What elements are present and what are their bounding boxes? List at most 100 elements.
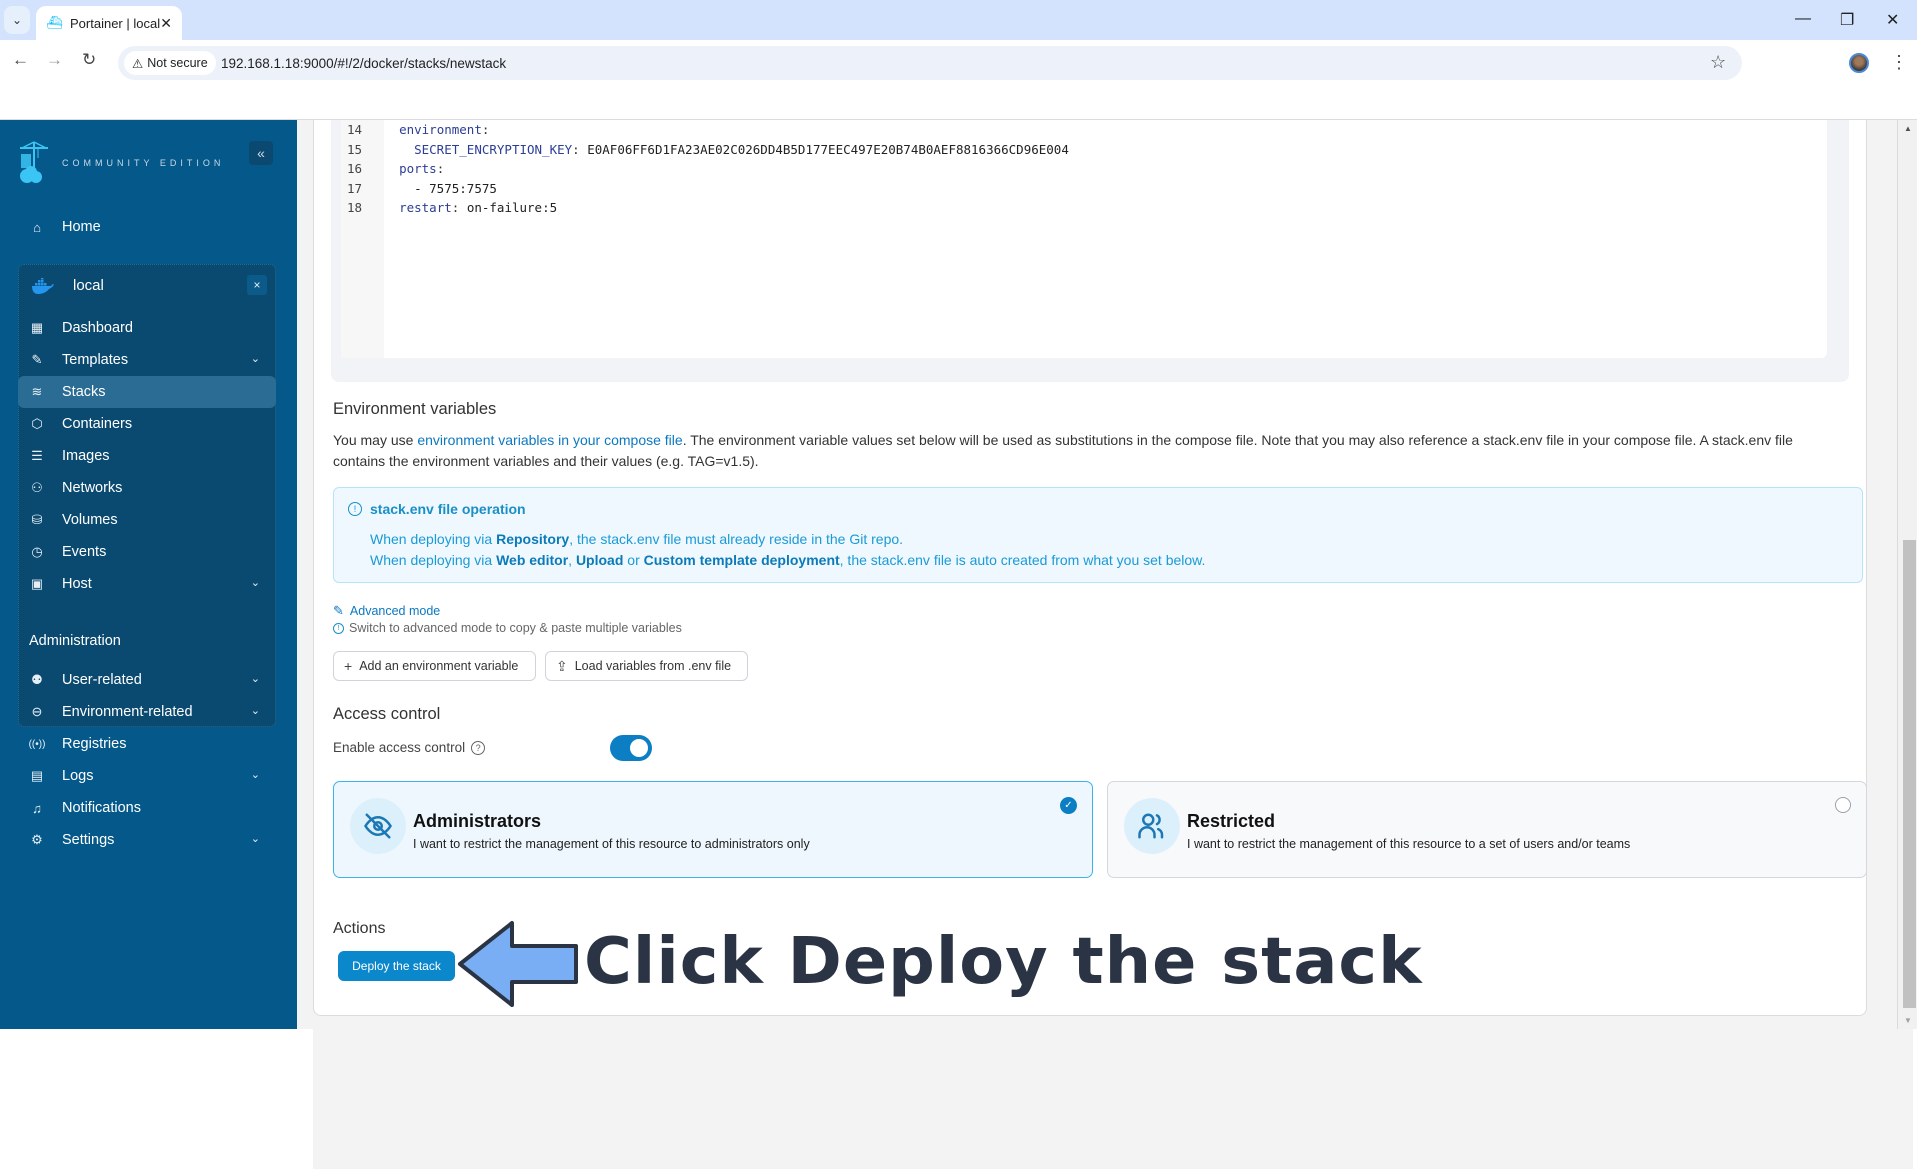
layers-icon: ≋ (31, 384, 43, 399)
access-option-administrators[interactable]: Administrators I want to restrict the ma… (333, 781, 1093, 878)
sidebar-item-label: Dashboard (62, 320, 133, 336)
network-icon: ⚇ (31, 480, 43, 495)
chevron-down-icon[interactable]: ⌄ (251, 576, 260, 589)
stack-form-panel: 14 environment: 15 SECRET_ENCRYPTION_KEY… (313, 120, 1867, 1016)
info-line: When deploying via Repository, the stack… (370, 531, 904, 547)
radio-button[interactable] (1835, 797, 1851, 813)
info-icon: ! (333, 622, 344, 634)
arrow-right-icon[interactable]: → (46, 50, 63, 70)
advanced-mode-link[interactable]: ✎ Advanced mode (333, 603, 440, 619)
reload-icon[interactable]: ↻ (82, 50, 96, 70)
sidebar-item-dashboard[interactable]: ▦ Dashboard (18, 312, 276, 344)
sidebar-item-label: Networks (62, 480, 123, 496)
web-editor-container: 14 environment: 15 SECRET_ENCRYPTION_KEY… (331, 120, 1849, 382)
tab-title: Portainer | local (70, 15, 161, 31)
sidebar-item-notifications[interactable]: ♫ Notifications (18, 792, 276, 824)
sidebar-item-volumes[interactable]: ⛁ Volumes (18, 504, 276, 536)
edit-icon: ✎ (333, 603, 344, 618)
sidebar-item-settings[interactable]: ⚙ Settings ⌄ (18, 824, 276, 856)
sidebar-item-label: Containers (62, 416, 133, 432)
environment-header[interactable]: local (31, 277, 104, 294)
close-tab-icon[interactable]: ✕ (160, 15, 172, 32)
sidebar-item-containers[interactable]: ⬡ Containers (18, 408, 276, 440)
access-control-toggle[interactable] (610, 735, 652, 761)
browser-tab[interactable]: ⛴ Portainer | local ✕ (36, 6, 182, 40)
arrow-left-icon[interactable]: ← (12, 50, 29, 70)
add-environment-variable-button[interactable]: + Add an environment variable (333, 651, 536, 681)
check-circle-icon: ✓ (1060, 797, 1077, 814)
sidebar-item-label: Volumes (62, 512, 118, 528)
warning-icon: ⚠ (132, 56, 144, 71)
kebab-menu-icon[interactable]: ⋮ (1890, 52, 1908, 73)
code-line: 18 restart: on-failure:5 (347, 200, 558, 215)
sidebar-item-networks[interactable]: ⚇ Networks (18, 472, 276, 504)
info-icon: ! (348, 502, 362, 516)
help-icon[interactable]: ? (471, 740, 486, 755)
profile-avatar[interactable] (1849, 53, 1869, 73)
close-icon: × (253, 278, 261, 292)
sidebar-item-label: Notifications (62, 800, 141, 816)
logo-subtitle: COMMUNITY EDITION (62, 158, 225, 168)
code-line: 16 ports: (347, 161, 445, 176)
chevron-down-icon[interactable]: ⌄ (251, 768, 260, 781)
sidebar-item-label: Events (62, 544, 107, 560)
portainer-favicon-icon: ⛴ (46, 15, 63, 30)
scrollbar-thumb[interactable] (1903, 540, 1916, 1008)
sidebar-item-environment-related[interactable]: ⊖ Environment-related ⌄ (18, 696, 276, 728)
sidebar-item-label: Images (62, 448, 110, 464)
scroll-up-icon[interactable]: ▲ (1904, 124, 1912, 133)
chevron-down-icon[interactable]: ⌄ (251, 704, 260, 717)
radio-icon: ((•)) (28, 738, 46, 750)
sidebar-item-host[interactable]: ▣ Host ⌄ (18, 568, 276, 600)
security-indicator[interactable]: ⚠ Not secure (124, 51, 216, 75)
plus-icon: + (344, 658, 353, 674)
collapse-sidebar-button[interactable]: « (249, 141, 273, 165)
option-description: I want to restrict the management of thi… (413, 837, 810, 851)
url-text[interactable]: 192.168.1.18:9000/#!/2/docker/stacks/new… (221, 56, 506, 71)
sidebar: portainer.io COMMUNITY EDITION « ⌂ Home … (0, 120, 1913, 1169)
home-icon: ⌂ (33, 219, 41, 235)
environment-variables-description: You may use environment variables in you… (333, 432, 1793, 469)
compose-code-editor[interactable]: 14 environment: 15 SECRET_ENCRYPTION_KEY… (341, 120, 1827, 358)
sidebar-item-logs[interactable]: ▤ Logs ⌄ (18, 760, 276, 792)
environment-name: local (73, 277, 104, 294)
restore-icon[interactable]: ❐ (1840, 10, 1854, 30)
database-icon: ⛁ (31, 512, 43, 527)
sidebar-item-label: Settings (62, 832, 115, 848)
clock-icon: ◷ (31, 544, 43, 559)
tab-search-button[interactable]: ⌄ (4, 6, 30, 34)
star-icon[interactable]: ☆ (1710, 52, 1726, 73)
sidebar-item-stacks[interactable]: ≋ Stacks (18, 376, 276, 408)
browser-tab-bar: ⌄ ⛴ Portainer | local ✕ — ❐ ✕ (0, 0, 1917, 40)
load-env-file-button[interactable]: ⇪ Load variables from .env file (545, 651, 748, 681)
sidebar-item-events[interactable]: ◷ Events (18, 536, 276, 568)
actions-heading: Actions (333, 920, 386, 937)
portainer-logo[interactable]: portainer.io COMMUNITY EDITION (16, 140, 1913, 1169)
annotation-label: Click Deploy the stack (584, 925, 1423, 999)
stack-env-info-box: ! stack.env file operation When deploying… (333, 487, 1863, 583)
users-icon (1124, 798, 1180, 854)
code-line: 15 SECRET_ENCRYPTION_KEY: E0AF06FF6D1FA2… (347, 141, 1069, 157)
sidebar-item-images[interactable]: ☰ Images (18, 440, 276, 472)
vertical-scrollbar[interactable]: ▲ ▼ (1897, 120, 1917, 1029)
access-option-restricted[interactable]: Restricted I want to restrict the manage… (1107, 781, 1867, 878)
chevron-down-icon[interactable]: ⌄ (251, 832, 260, 845)
sidebar-item-label: Environment-related (62, 704, 193, 720)
sidebar-item-registries[interactable]: ((•)) Registries (18, 728, 276, 760)
chevron-down-icon[interactable]: ⌄ (251, 672, 260, 685)
compose-env-docs-link[interactable]: environment variables in your compose fi… (417, 432, 682, 448)
close-window-icon[interactable]: ✕ (1886, 10, 1899, 30)
deploy-stack-button[interactable]: Deploy the stack (338, 951, 455, 981)
minimize-icon[interactable]: — (1795, 10, 1811, 28)
sidebar-item-label: Templates (62, 352, 129, 368)
scroll-down-icon[interactable]: ▼ (1904, 1016, 1912, 1025)
sidebar-item-home[interactable]: ⌂ Home (18, 211, 276, 243)
enable-access-control-label: Enable access control? (333, 740, 486, 755)
hard-drive-icon: ⊖ (31, 704, 43, 719)
sidebar-item-templates[interactable]: ✎ Templates ⌄ (18, 344, 276, 376)
not-secure-label: Not secure (147, 56, 208, 70)
close-environment-button[interactable]: × (247, 275, 267, 295)
sidebar-item-user-related[interactable]: ⚉ User-related ⌄ (18, 664, 276, 696)
chevron-down-icon[interactable]: ⌄ (251, 352, 260, 365)
option-description: I want to restrict the management of thi… (1187, 837, 1631, 851)
